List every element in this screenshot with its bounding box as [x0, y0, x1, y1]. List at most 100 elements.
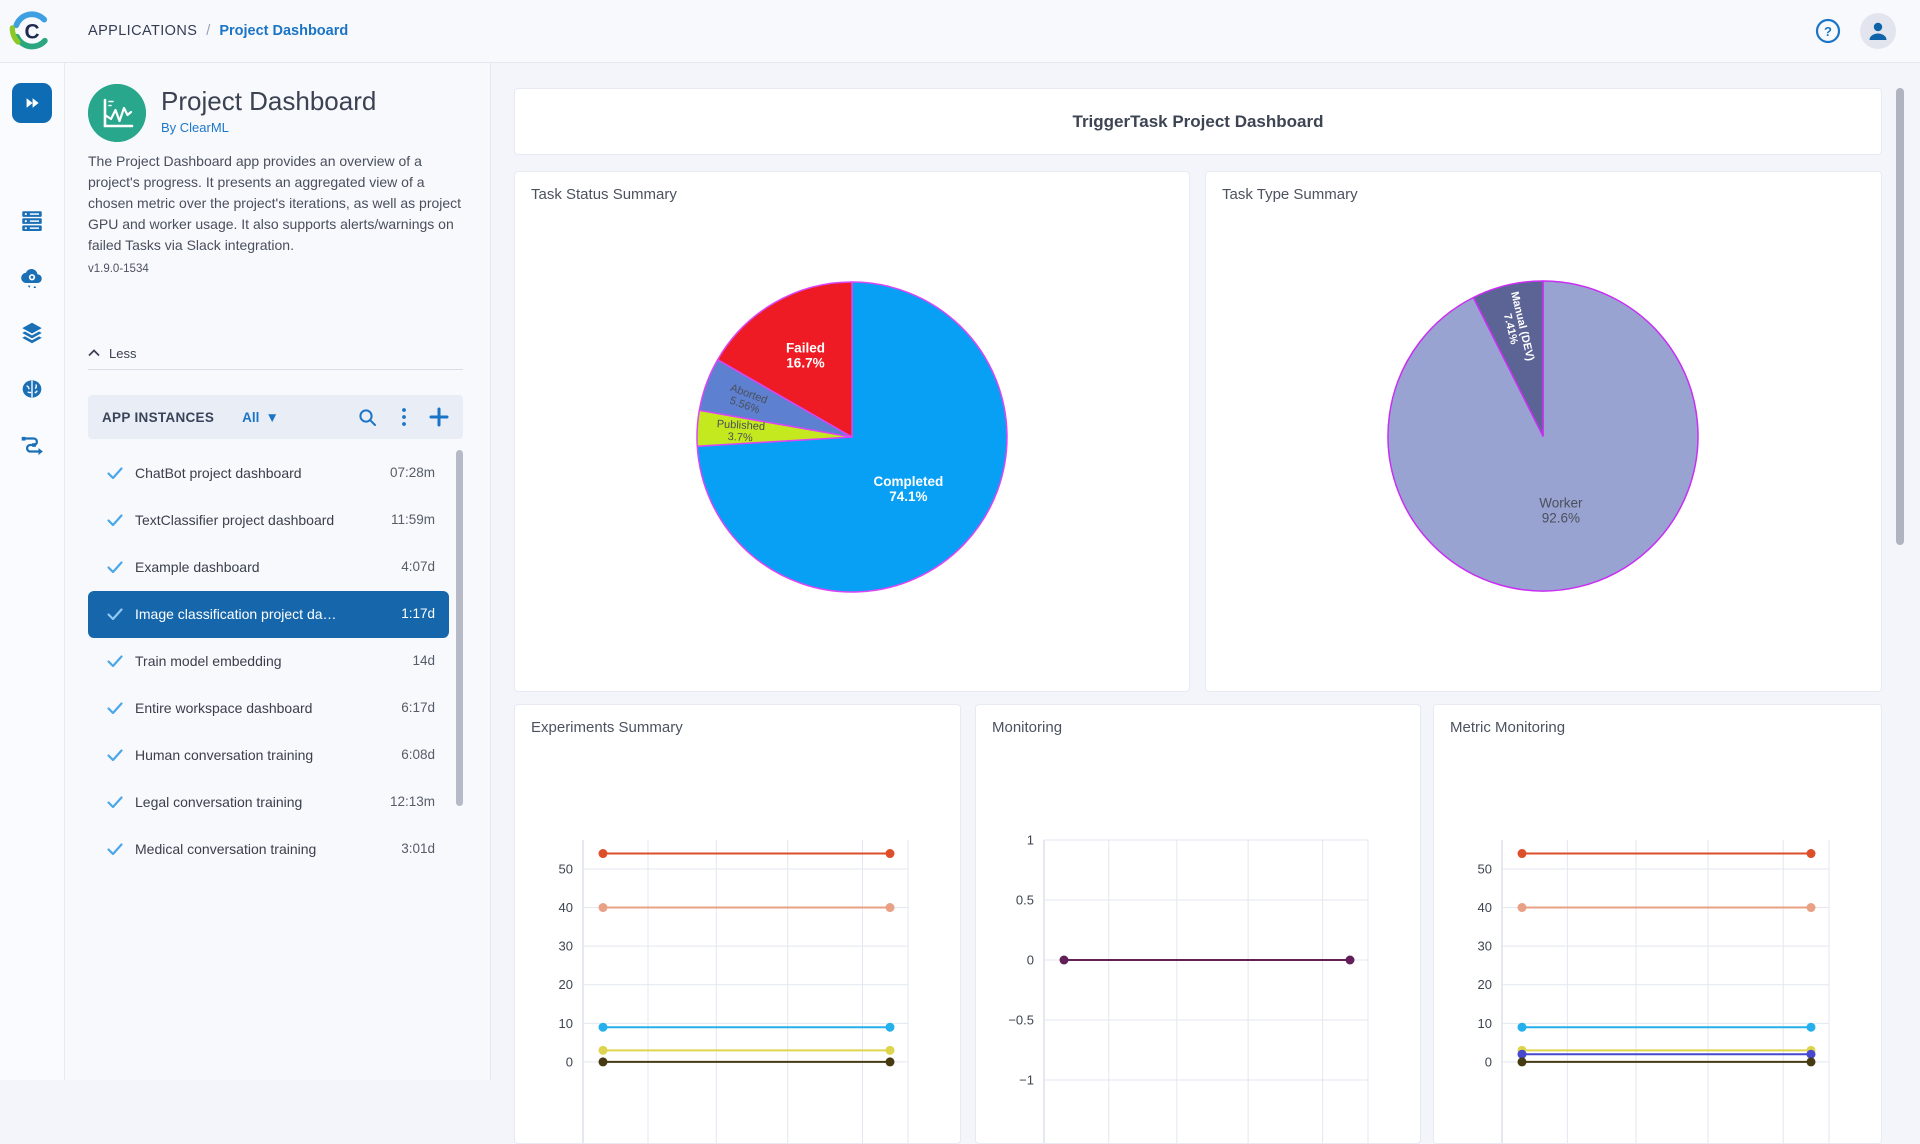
monitoring-line-chart: 1 0.5 0 −0.5 −1	[976, 705, 1420, 1143]
models-icon[interactable]	[19, 376, 45, 402]
applications-icon	[26, 98, 39, 108]
clearml-logo[interactable]: C	[9, 8, 55, 54]
svg-text:Failed16.7%: Failed 16.7%	[786, 340, 825, 370]
check-icon	[107, 749, 123, 762]
app-instance-row[interactable]: Entire workspace dashboard 6:17d	[88, 685, 449, 732]
app-instance-row[interactable]: Human conversation training 6:08d	[88, 732, 449, 779]
clearml-project-dashboard-page: { "topbar": { "breadcrumb_root": "APPLIC…	[0, 0, 1920, 1144]
user-avatar[interactable]	[1860, 13, 1896, 49]
check-icon	[107, 655, 123, 668]
svg-text:0.5: 0.5	[1016, 893, 1034, 908]
check-icon	[107, 561, 123, 574]
instance-name: Legal conversation training	[135, 794, 303, 810]
instances-filter-dropdown[interactable]: All ▼	[242, 410, 279, 425]
svg-text:0: 0	[1485, 1054, 1492, 1069]
user-icon	[1869, 22, 1887, 40]
sidebar-item-applications[interactable]	[12, 83, 52, 123]
app-instance-row[interactable]: TextClassifier project dashboard 11:59m	[88, 497, 449, 544]
experiments-summary-card: Experiments Summary 0 10 20 30 40 50	[514, 704, 961, 1144]
check-icon	[107, 467, 123, 480]
breadcrumb-current-page: Project Dashboard	[219, 23, 349, 39]
main-scrollbar[interactable]	[1896, 88, 1904, 545]
app-description: The Project Dashboard app provides an ov…	[88, 153, 462, 253]
plus-icon	[429, 407, 449, 427]
datasets-icon[interactable]	[19, 320, 45, 346]
app-instance-row[interactable]: Train model embedding 14d	[88, 638, 449, 685]
svg-text:0: 0	[566, 1054, 573, 1069]
check-icon	[107, 514, 123, 527]
svg-text:1: 1	[1027, 833, 1034, 848]
instances-menu-button[interactable]	[401, 407, 407, 427]
metric-monitoring-line-chart: 0 10 20 30 40 50	[1434, 705, 1881, 1143]
instance-name: Image classification project da…	[135, 606, 337, 622]
app-version: v1.9.0-1534	[88, 263, 149, 275]
app-instances-list: ChatBot project dashboard 07:28m TextClass…	[88, 450, 463, 1080]
instance-elapsed-time: 6:08d	[401, 747, 435, 762]
app-byline-link[interactable]: By ClearML	[161, 120, 376, 135]
instance-elapsed-time: 11:59m	[390, 512, 435, 527]
instance-name: ChatBot project dashboard	[135, 465, 302, 481]
svg-text:−0.5: −0.5	[1008, 1013, 1034, 1028]
instance-name: Medical conversation training	[135, 841, 317, 857]
app-instance-row[interactable]: Example dashboard 4:07d	[88, 544, 449, 591]
divider	[88, 369, 463, 370]
collapse-label: Less	[109, 345, 137, 361]
pipelines-icon[interactable]	[19, 432, 45, 458]
app-instance-row[interactable]: ChatBot project dashboard 07:28m	[88, 450, 449, 497]
app-instance-row[interactable]: Legal conversation training 12:13m	[88, 779, 449, 826]
caret-down-icon: ▼	[265, 409, 279, 425]
breadcrumb-separator: /	[206, 23, 211, 39]
task-status-pie-chart: Completed 74.1% Published3.7% Aborted5.56% F…	[515, 172, 1189, 691]
breadcrumb-applications[interactable]: APPLICATIONS	[88, 23, 197, 39]
instance-name: TextClassifier project dashboard	[135, 512, 335, 528]
monitoring-card: Monitoring 1 0.5 0 −0.5 −1	[975, 704, 1421, 1144]
svg-text:30: 30	[1478, 939, 1492, 954]
experiments-summary-line-chart: 0 10 20 30 40 50	[515, 705, 960, 1143]
project-dashboard-app-icon	[88, 84, 146, 142]
page-title: Project Dashboard	[161, 86, 377, 116]
instance-name: Human conversation training	[135, 747, 314, 763]
svg-text:10: 10	[559, 1016, 573, 1031]
filter-value: All	[242, 409, 260, 425]
search-icon	[359, 408, 376, 426]
check-icon	[107, 843, 123, 856]
task-type-pie-chart: Worker 92.6% Manual (DEV)7.41%	[1206, 172, 1881, 691]
svg-text:30: 30	[559, 939, 573, 954]
nav-rail	[0, 62, 65, 1080]
add-instance-button[interactable]	[429, 407, 449, 427]
kebab-menu-icon	[402, 408, 406, 426]
instance-elapsed-time: 07:28m	[389, 465, 435, 480]
instance-name: Example dashboard	[135, 559, 260, 575]
instance-elapsed-time: 14d	[412, 653, 435, 668]
svg-text:−1: −1	[1019, 1073, 1034, 1088]
instances-scrollbar[interactable]	[456, 450, 463, 806]
svg-text:50: 50	[559, 861, 573, 876]
instance-elapsed-time: 4:07d	[401, 559, 435, 574]
app-instance-row[interactable]: Medical conversation training 3:01d	[88, 826, 449, 873]
chevron-up-icon	[88, 349, 100, 357]
help-button[interactable]: ?	[1814, 17, 1842, 45]
instance-elapsed-time: 1:17d	[401, 606, 435, 621]
dashboard-title: TriggerTask Project Dashboard	[1072, 112, 1324, 131]
svg-text:40: 40	[1478, 900, 1492, 915]
breadcrumb: APPLICATIONS / Project Dashboard	[88, 0, 348, 62]
instance-elapsed-time: 12:13m	[389, 794, 435, 809]
instance-elapsed-time: 6:17d	[401, 700, 435, 715]
search-button[interactable]	[358, 408, 377, 427]
svg-text:10: 10	[1478, 1016, 1492, 1031]
app-instance-row[interactable]: Image classification project da… 1:17d	[88, 591, 449, 638]
dashboard-banner: TriggerTask Project Dashboard	[514, 88, 1882, 155]
workers-queues-icon[interactable]	[19, 208, 45, 234]
check-icon	[107, 608, 123, 621]
svg-text:0: 0	[1027, 953, 1034, 968]
help-icon: ?	[1815, 18, 1841, 44]
cloud-autoscaler-icon[interactable]	[19, 264, 45, 290]
collapse-toggle[interactable]: Less	[88, 344, 136, 362]
task-status-summary-card: Task Status Summary Completed 74.1% Publis…	[514, 171, 1190, 692]
instance-name: Train model embedding	[135, 653, 282, 669]
app-instances-header: APP INSTANCES	[102, 409, 215, 425]
app-header: Project Dashboard By ClearML	[88, 84, 376, 142]
task-type-summary-card: Task Type Summary Worker 92.6% Manual (DEV…	[1205, 171, 1882, 692]
app-instances-toolbar: APP INSTANCES All ▼	[88, 395, 463, 439]
metric-monitoring-card: Metric Monitoring 0 10 20 30 40 50	[1433, 704, 1882, 1144]
